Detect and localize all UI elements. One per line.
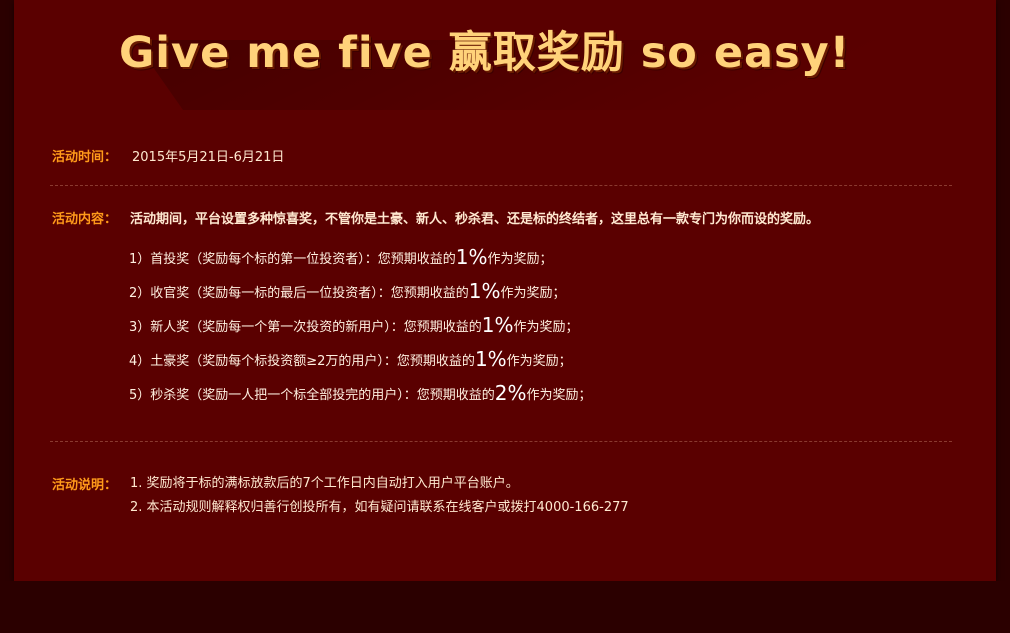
award-suffix: 作为奖励； xyxy=(513,320,579,335)
award-suffix: 作为奖励； xyxy=(500,286,566,301)
activity-content-row: 活动内容： 活动期间，平台设置多种惊喜奖，不管你是土豪、新人、秒杀君、还是标的终结… xyxy=(52,208,952,227)
activity-notes-row: 活动说明： 1. 奖励将于标的满标放款后的7个工作日内自动打入用户平台账户。 2… xyxy=(52,474,952,522)
award-item-last-investor: 2）收官奖（奖励每一标的最后一位投资者）：您预期收益的1%作为奖励； xyxy=(129,274,929,308)
award-percent: 1% xyxy=(481,313,514,337)
hero-banner: Give me five 赢取奖励 so easy! xyxy=(14,0,996,120)
hero-title: Give me five 赢取奖励 so easy! xyxy=(119,28,851,78)
award-text: 2）收官奖（奖励每一标的最后一位投资者）：您预期收益的 xyxy=(129,286,469,301)
award-text: 5）秒杀奖（奖励一人把一个标全部投完的用户）：您预期收益的 xyxy=(129,388,495,403)
note-item: 2. 本活动规则解释权归善行创投所有，如有疑问请联系在线客户或拨打4000-16… xyxy=(130,500,629,515)
activity-content-value: 活动期间，平台设置多种惊喜奖，不管你是土豪、新人、秒杀君、还是标的终结者，这里总… xyxy=(130,212,820,227)
activity-notes-list: 1. 奖励将于标的满标放款后的7个工作日内自动打入用户平台账户。 2. 本活动规… xyxy=(130,474,629,522)
awards-list: 1）首投奖（奖励每个标的第一位投资者）：您预期收益的1%作为奖励； 2）收官奖（… xyxy=(129,240,929,410)
note-item: 1. 奖励将于标的满标放款后的7个工作日内自动打入用户平台账户。 xyxy=(130,476,519,491)
activity-content-label: 活动内容： xyxy=(52,212,118,227)
divider-1 xyxy=(50,185,952,186)
award-percent: 2% xyxy=(494,381,527,405)
activity-time-label: 活动时间： xyxy=(52,150,118,165)
award-text: 4）土豪奖（奖励每个标投资额≥2万的用户）：您预期收益的 xyxy=(129,354,475,369)
page-footer-band xyxy=(0,581,1010,633)
activity-time-row: 活动时间： 2015年5月21日-6月21日 xyxy=(52,146,952,165)
award-text: 1）首投奖（奖励每个标的第一位投资者）：您预期收益的 xyxy=(129,252,456,267)
award-item-big-investor: 4）土豪奖（奖励每个标投资额≥2万的用户）：您预期收益的1%作为奖励； xyxy=(129,342,929,376)
activity-notes-label: 活动说明： xyxy=(52,478,118,493)
award-item-first-investor: 1）首投奖（奖励每个标的第一位投资者）：您预期收益的1%作为奖励； xyxy=(129,240,929,274)
award-suffix: 作为奖励； xyxy=(487,252,553,267)
award-suffix: 作为奖励； xyxy=(506,354,572,369)
award-text: 3）新人奖（奖励每一个第一次投资的新用户）：您预期收益的 xyxy=(129,320,482,335)
award-item-new-user: 3）新人奖（奖励每一个第一次投资的新用户）：您预期收益的1%作为奖励； xyxy=(129,308,929,342)
activity-time-value: 2015年5月21日-6月21日 xyxy=(132,150,285,165)
award-percent: 1% xyxy=(468,279,501,303)
divider-2 xyxy=(50,441,952,442)
award-suffix: 作为奖励； xyxy=(526,388,592,403)
award-percent: 1% xyxy=(474,347,507,371)
activity-panel: Give me five 赢取奖励 so easy! 活动时间： 2015年5月2… xyxy=(14,0,996,581)
award-percent: 1% xyxy=(455,245,488,269)
award-item-full-investor: 5）秒杀奖（奖励一人把一个标全部投完的用户）：您预期收益的2%作为奖励； xyxy=(129,376,929,410)
